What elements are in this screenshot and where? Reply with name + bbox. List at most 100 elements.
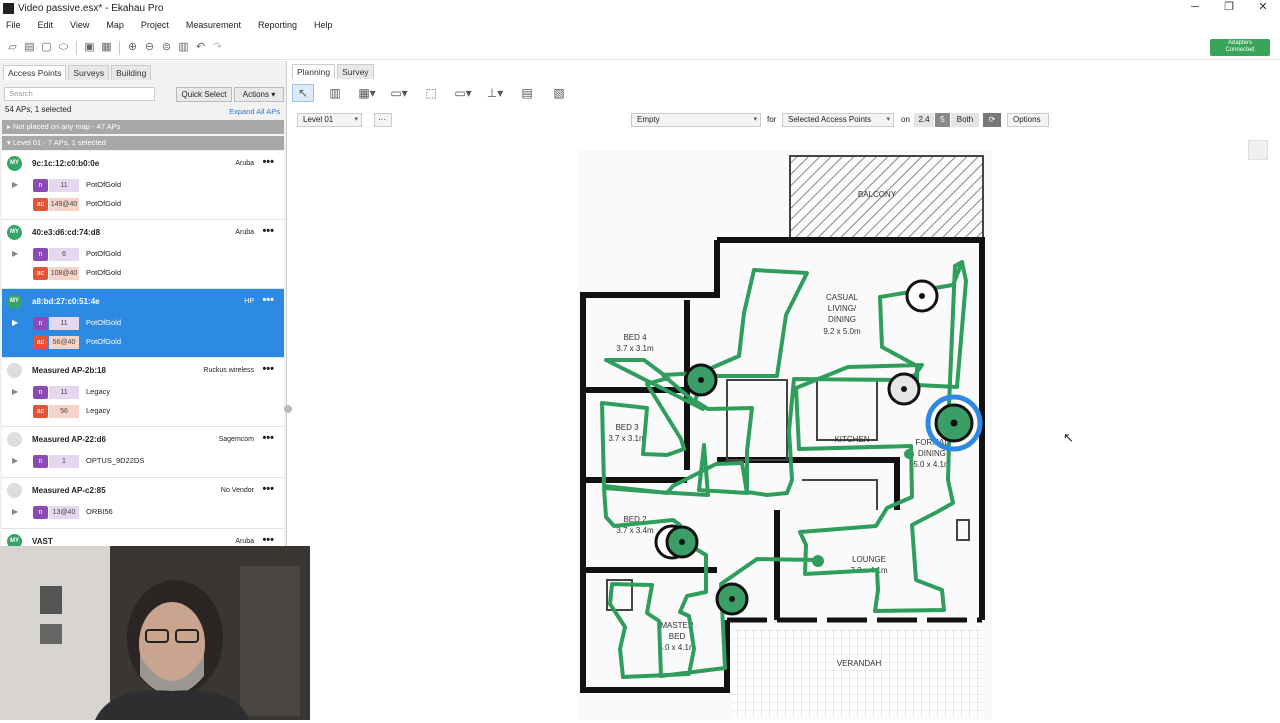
scale-tool-icon[interactable]: ⊥▾ [484,84,506,102]
band-5-toggle[interactable]: 5 [935,113,950,127]
channel-value: 1 [49,455,79,468]
group-not-placed[interactable]: ▸ Not placed on any map - 47 APs [2,120,284,134]
save-as-icon[interactable]: ▢ [40,41,53,54]
expand-arrow-icon[interactable]: ▶ [12,249,18,258]
band-badge: ac [33,336,48,349]
menu-measurement[interactable]: Measurement [186,20,241,30]
select-pointer-icon[interactable]: ↖ [292,84,314,102]
actions-dropdown[interactable]: Actions ▾ [234,87,284,102]
expand-arrow-icon[interactable]: ▶ [12,180,18,189]
ap-list-item[interactable]: Measured AP-c2:85 No Vendor ••• ▶ n 13@4… [2,478,284,529]
expand-arrow-icon[interactable]: ▶ [12,507,18,516]
radio-row[interactable]: ▶ n 11 PotOfGold [2,179,282,193]
requirement-area-icon[interactable]: ⬚ [420,84,442,102]
room-label-living: LIVING/ [828,304,857,313]
radio-row[interactable]: ac 149@40 PotOfGold [2,198,282,212]
open-folder-icon[interactable]: ▱ [6,41,19,54]
radio-row[interactable]: ▶ n 6 PotOfGold [2,248,282,262]
more-options-icon[interactable]: ••• [262,363,274,375]
tab-surveys[interactable]: Surveys [68,65,110,80]
area-tool-icon[interactable]: ▭▾ [388,84,410,102]
menu-file[interactable]: File [6,20,21,30]
radio-row[interactable]: ▶ n 13@40 ORBI56 [2,506,282,520]
more-options-icon[interactable]: ••• [262,294,274,306]
more-options-icon[interactable]: ••• [262,225,274,237]
menu-help[interactable]: Help [314,20,333,30]
survey-waypoint[interactable] [812,555,824,567]
panel-collapse-handle[interactable] [284,405,292,413]
level-dropdown[interactable]: Level 01 ▾ [297,113,362,127]
ap-list-item[interactable]: MY 9c:1c:12:c0:b0:0e Aruba ••• ▶ n 11 Po… [2,151,284,220]
ap-marker-selected[interactable] [925,394,983,452]
minimize-button[interactable]: ─ [1178,0,1212,14]
copy-icon[interactable]: ▣ [83,41,96,54]
radio-row[interactable]: ac 56 Legacy [2,405,282,419]
zoom-in-icon[interactable]: ⊕ [126,41,139,54]
adapter-status-badge[interactable]: Adapters Connected [1210,39,1270,56]
channel-planner-icon[interactable]: ▧ [548,84,570,102]
floor-plan-map[interactable]: BALCONY CASUAL LIVING/ DINING 9.2 x 5.0m… [577,150,992,720]
band-both-toggle[interactable]: Both [951,113,979,127]
more-options-icon[interactable]: ••• [262,432,274,444]
paste-icon[interactable]: ▦ [100,41,113,54]
expand-arrow-icon[interactable]: ▶ [12,387,18,396]
undo-icon[interactable]: ↶ [194,41,207,54]
radio-row[interactable]: ▶ n 11 Legacy [2,386,282,400]
tab-planning[interactable]: Planning [292,64,336,79]
radio-row[interactable]: ac 108@40 PotOfGold [2,267,282,281]
menu-reporting[interactable]: Reporting [258,20,297,30]
expand-all-link[interactable]: Expand All APs [229,107,280,116]
brick-wall-tool-icon[interactable]: ▦▾ [356,84,378,102]
bar-chart-icon[interactable]: ▥ [177,41,190,54]
survey-waypoint[interactable] [904,449,914,459]
maximize-button[interactable]: ❐ [1212,0,1246,14]
wall-tool-icon[interactable]: ▥ [324,84,346,102]
expand-arrow-icon[interactable]: ▶ [12,456,18,465]
zoom-fit-icon[interactable]: ⊜ [160,41,173,54]
radio-row[interactable]: ▶ n 11 PotOfGold [2,317,282,331]
radio-row[interactable]: ▶ n 1 OPTUS_9D22DS [2,455,282,469]
note-tool-icon[interactable]: ▭▾ [452,84,474,102]
visualization-value: Empty [637,115,660,124]
ap-list-item[interactable]: Measured AP-22:d6 Sagemcom ••• ▶ n 1 OPT… [2,427,284,478]
save-icon[interactable]: ▤ [23,41,36,54]
ap-list-item-selected[interactable]: MY a8:bd:27:c0:51:4e HP ••• ▶ n 11 PotOf… [2,289,284,358]
ap-marker[interactable] [654,524,699,560]
radio-row[interactable]: ac 56@40 PotOfGold [2,336,282,350]
refresh-icon[interactable]: ⟳ [983,113,1001,127]
visualization-dropdown[interactable]: Empty ▾ [631,113,761,127]
tab-building[interactable]: Building [111,65,152,80]
ap-marker[interactable] [715,582,749,616]
target-dropdown[interactable]: Selected Access Points ▾ [782,113,894,127]
ap-marker[interactable] [887,372,921,406]
ssid-label: PotOfGold [86,268,122,277]
expand-arrow-icon[interactable]: ▶ [12,318,18,327]
redo-icon[interactable]: ↷ [211,41,224,54]
more-levels-button[interactable]: ··· [374,113,392,127]
ap-list-item[interactable]: MY 40:e3:d6:cd:74:d8 Aruba ••• ▶ n 6 Pot… [2,220,284,289]
more-options-icon[interactable]: ••• [262,534,274,546]
ap-marker[interactable] [684,363,718,397]
close-button[interactable]: ✕ [1246,0,1280,14]
options-button[interactable]: Options [1007,113,1049,127]
side-panel-chart-icon[interactable] [1248,140,1268,160]
menu-edit[interactable]: Edit [38,20,54,30]
menu-project[interactable]: Project [141,20,169,30]
channel-value: 11 [49,317,79,330]
band-24-toggle[interactable]: 2.4 [914,113,934,127]
group-level-01[interactable]: ▾ Level 01 - 7 APs, 1 selected [2,136,284,150]
auto-planner-icon[interactable]: ▤ [516,84,538,102]
menu-map[interactable]: Map [106,20,124,30]
tab-access-points[interactable]: Access Points [3,65,67,80]
more-options-icon[interactable]: ••• [262,483,274,495]
room-dim-casual: 9.2 x 5.0m [823,327,861,336]
zoom-out-icon[interactable]: ⊖ [143,41,156,54]
tab-survey[interactable]: Survey [337,64,374,79]
ap-marker[interactable] [905,279,939,313]
menu-view[interactable]: View [70,20,89,30]
quick-select-button[interactable]: Quick Select [176,87,232,102]
ap-list-item[interactable]: Measured AP-2b:18 Ruckus wireless ••• ▶ … [2,358,284,427]
cloud-icon[interactable]: ⬭ [57,41,70,54]
more-options-icon[interactable]: ••• [262,156,274,168]
search-input[interactable]: Search [4,87,155,101]
